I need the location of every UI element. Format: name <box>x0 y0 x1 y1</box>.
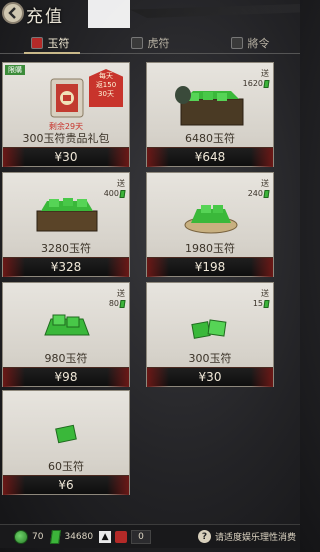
active-tab-indicator <box>24 52 80 54</box>
tab-label: 虎符 <box>147 36 170 50</box>
notice-text: 请适度娱乐理性消费 <box>214 533 296 543</box>
notice[interactable]: ? 请适度娱乐理性消费 <box>197 528 296 546</box>
jade-resource: 34680 <box>50 528 94 546</box>
gift-pack-icon <box>50 78 84 118</box>
bonus-label: 送 80 <box>108 289 126 308</box>
back-arrow-icon <box>8 7 16 19</box>
coin-icon <box>14 529 28 544</box>
product-card-980[interactable]: 送 80 980玉符 ¥98 <box>2 282 130 387</box>
header: 充值 <box>0 0 300 30</box>
resource-bar: 70 34680 ▲ 0 ? 请适度娱乐理性消费 <box>0 524 300 548</box>
jade-icon <box>263 190 270 198</box>
jade-icon <box>119 190 126 198</box>
product-card-6480[interactable]: 送 1620 6480玉符 ¥648 <box>146 62 274 167</box>
daily-return-badge: 每天 返150 30天 <box>89 69 123 107</box>
price-button[interactable]: ¥648 <box>147 147 273 167</box>
product-card-300[interactable]: 送 15 300玉符 ¥30 <box>146 282 274 387</box>
jade-chest-icon <box>175 86 244 126</box>
tab-order[interactable]: 將令 <box>200 32 300 53</box>
page-title: 充值 <box>26 7 64 27</box>
product-card-3280[interactable]: 送 400 3280玉符 ¥328 <box>2 172 130 277</box>
jade-tab-icon <box>30 36 43 49</box>
product-card-60[interactable]: 60玉符 ¥6 <box>2 390 130 495</box>
tab-jade[interactable]: 玉符 <box>0 32 100 53</box>
bonus-label: 送 240 <box>247 179 270 198</box>
currency-tabs: 玉符 虎符 將令 <box>0 32 300 54</box>
ticket-value: 0 <box>131 529 151 544</box>
ticket-icon <box>115 530 128 543</box>
limited-tag: 限購 <box>5 65 25 75</box>
tab-label: 將令 <box>247 36 270 50</box>
tab-tiger[interactable]: 虎符 <box>100 32 200 53</box>
arrow-up-icon[interactable]: ▲ <box>99 530 112 543</box>
bonus-label: 送 15 <box>252 289 270 308</box>
order-tab-icon <box>230 36 243 49</box>
upgrade-control[interactable]: ▲ 0 <box>99 528 151 546</box>
product-name: 980玉符 <box>44 352 88 365</box>
price-button[interactable]: ¥98 <box>3 367 129 387</box>
jade-plate-icon <box>184 205 238 234</box>
price-button[interactable]: ¥198 <box>147 257 273 277</box>
price-button[interactable]: ¥30 <box>147 367 273 387</box>
product-name: 300玉符贵品礼包 <box>22 132 110 145</box>
product-name: 6480玉符 <box>185 132 235 145</box>
jade-icon <box>119 300 126 308</box>
jade-icon <box>263 300 270 308</box>
tiger-tab-icon <box>130 36 143 49</box>
product-name: 60玉符 <box>48 460 84 473</box>
header-ink-decoration <box>130 4 300 18</box>
jade-icon <box>263 80 270 88</box>
jade-value: 34680 <box>64 531 94 542</box>
coin-value: 70 <box>32 531 44 542</box>
product-name: 1980玉符 <box>185 242 235 255</box>
price-button[interactable]: ¥6 <box>3 475 129 495</box>
product-name: 300玉符 <box>188 352 232 365</box>
jade-single-icon <box>55 424 77 444</box>
back-button[interactable] <box>2 2 24 24</box>
jade-pair-icon <box>191 319 227 339</box>
help-icon[interactable]: ? <box>197 530 211 543</box>
header-decoration <box>88 0 130 28</box>
jade-tray-icon <box>36 198 98 232</box>
bonus-label: 送 400 <box>103 179 126 198</box>
tab-label: 玉符 <box>47 36 70 50</box>
product-card-1980[interactable]: 送 240 1980玉符 ¥198 <box>146 172 274 277</box>
price-button[interactable]: ¥328 <box>3 257 129 277</box>
jade-stack-icon <box>44 314 90 336</box>
product-card-gift-pack[interactable]: 限購 每天 返150 30天 剩余29天 300玉符贵品礼包 ¥30 <box>2 62 130 167</box>
price-button[interactable]: ¥30 <box>3 147 129 167</box>
coin-resource: 70 <box>14 528 43 546</box>
jade-icon <box>50 529 62 544</box>
product-name: 3280玉符 <box>41 242 91 255</box>
